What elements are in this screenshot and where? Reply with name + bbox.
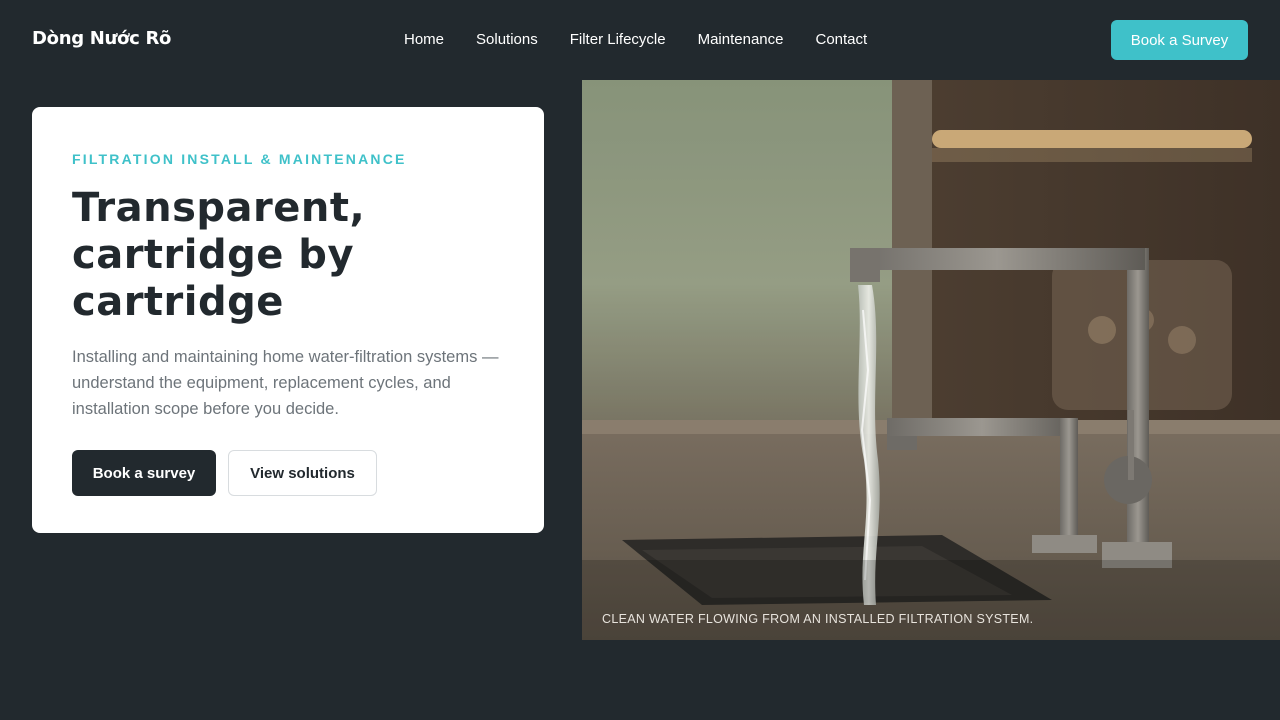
site-header: Dòng Nước Rõ Home Solutions Filter Lifec… — [0, 0, 1280, 80]
page-title: Transparent, cartridge by cartridge — [72, 185, 366, 325]
nav-contact[interactable]: Contact — [816, 31, 868, 48]
hero-caption: CLEAN WATER FLOWING FROM AN INSTALLED FI… — [602, 612, 1034, 626]
hero-buttons: Book a survey View solutions — [72, 450, 504, 496]
main-nav: Home Solutions Filter Lifecycle Maintena… — [404, 31, 867, 48]
nav-home[interactable]: Home — [404, 31, 444, 48]
eyebrow-label: FILTRATION INSTALL & MAINTENANCE — [72, 151, 407, 167]
nav-filter-lifecycle[interactable]: Filter Lifecycle — [570, 31, 666, 48]
kitchen-faucet-illustration — [582, 80, 1280, 640]
brand-logo[interactable]: Dòng Nước Rõ — [32, 28, 171, 49]
nav-maintenance[interactable]: Maintenance — [698, 31, 784, 48]
hero-description: Installing and maintaining home water-fi… — [72, 348, 499, 418]
book-survey-header-button[interactable]: Book a Survey — [1111, 20, 1248, 60]
hero-image: CLEAN WATER FLOWING FROM AN INSTALLED FI… — [582, 80, 1280, 640]
book-survey-button[interactable]: Book a survey — [72, 450, 216, 496]
view-solutions-button[interactable]: View solutions — [228, 450, 377, 496]
nav-solutions[interactable]: Solutions — [476, 31, 538, 48]
hero-card: FILTRATION INSTALL & MAINTENANCE Transpa… — [32, 107, 544, 533]
